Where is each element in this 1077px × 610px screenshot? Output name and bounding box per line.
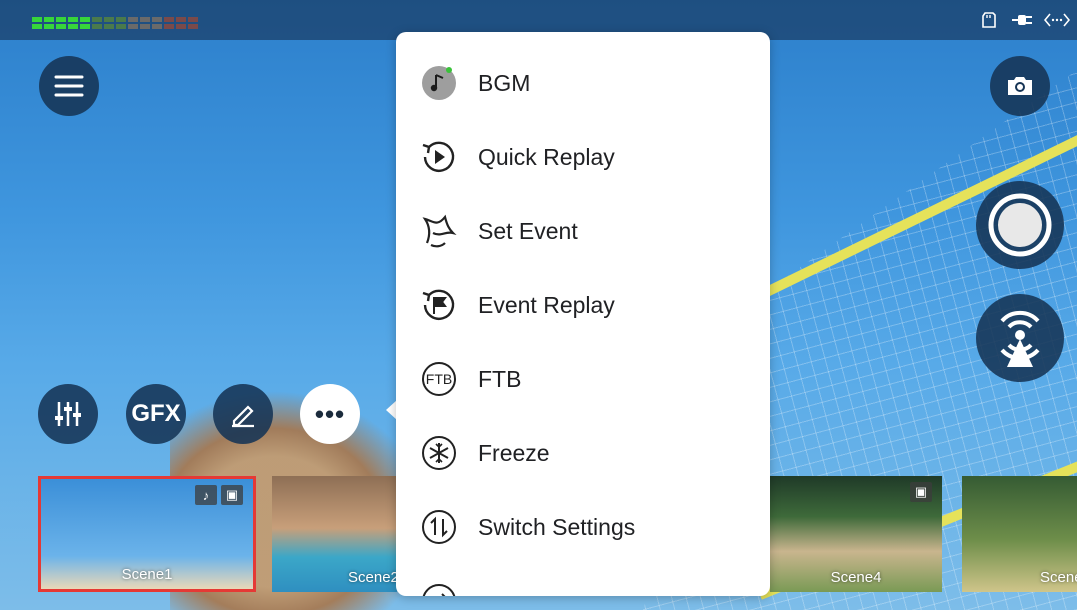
menu-item-event-replay[interactable]: Event Replay [396, 268, 770, 342]
scene-label: Scene1 [121, 566, 173, 583]
scene-thumbnail-1[interactable]: ♪ ▣ Scene1 [38, 476, 256, 592]
network-arrows-icon [1043, 12, 1071, 32]
music-note-icon: ♪ [195, 485, 217, 505]
record-icon [988, 193, 1052, 257]
scene-label: Scene2 [348, 569, 397, 586]
scene-label: Scene4 [830, 569, 882, 586]
menu-item-label: Quick Replay [478, 143, 615, 170]
menu-item-label: BGM [478, 69, 531, 96]
draw-button[interactable] [213, 384, 273, 444]
camera-icon [1008, 77, 1032, 95]
scene-thumbnail-5[interactable]: Scene5 [962, 476, 1077, 592]
image-icon: ▣ [910, 482, 932, 502]
scene-thumbnail-4[interactable]: ▣ Scene4 [770, 476, 942, 592]
menu-item-ftb[interactable]: FTB FTB [396, 342, 770, 416]
menu-item-label: Set Event [478, 217, 578, 244]
record-button[interactable] [976, 181, 1064, 269]
sliders-icon [55, 402, 81, 426]
menu-item-label: Freeze [478, 439, 550, 466]
menu-item-partial[interactable] [396, 564, 770, 596]
ftb-icon: FTB [420, 360, 458, 398]
live-preview: GFX ••• ♪ ▣ Scene1 Scene2 ▣ Scene4 Scene… [0, 0, 1077, 610]
menu-item-label: Event Replay [478, 291, 615, 318]
hamburger-icon [54, 75, 84, 97]
snapshot-button[interactable] [990, 56, 1050, 116]
flag-icon [420, 212, 458, 250]
more-options-menu: BGM Quick Replay Set Event Event Replay … [396, 32, 770, 596]
menu-item-quick-replay[interactable]: Quick Replay [396, 120, 770, 194]
hamburger-menu-button[interactable] [39, 56, 99, 116]
live-stream-button[interactable] [976, 294, 1064, 382]
sd-card-icon [982, 12, 996, 32]
switch-arrows-icon [420, 508, 458, 546]
menu-item-switch-settings[interactable]: Switch Settings [396, 490, 770, 564]
menu-item-label: FTB [478, 365, 522, 392]
pencil-icon [232, 405, 254, 428]
replay-play-icon [420, 138, 458, 176]
menu-item-label: Switch Settings [478, 513, 636, 540]
partial-menu-icon [420, 582, 458, 596]
audio-level-meter [32, 17, 200, 29]
scene-label: Scene5 [1040, 569, 1077, 586]
flag-replay-icon [420, 286, 458, 324]
broadcast-icon [1000, 310, 1040, 367]
menu-item-set-event[interactable]: Set Event [396, 194, 770, 268]
audio-mixer-button[interactable] [38, 384, 98, 444]
power-plug-icon [1012, 12, 1034, 32]
snowflake-icon [420, 434, 458, 472]
scene-thumbnail-2[interactable]: Scene2 [272, 476, 397, 592]
menu-item-bgm[interactable]: BGM [396, 46, 770, 120]
more-options-button[interactable]: ••• [300, 384, 360, 444]
menu-item-freeze[interactable]: Freeze [396, 416, 770, 490]
music-note-icon [420, 64, 458, 102]
image-icon: ▣ [221, 485, 243, 505]
gfx-button[interactable]: GFX [126, 384, 186, 444]
